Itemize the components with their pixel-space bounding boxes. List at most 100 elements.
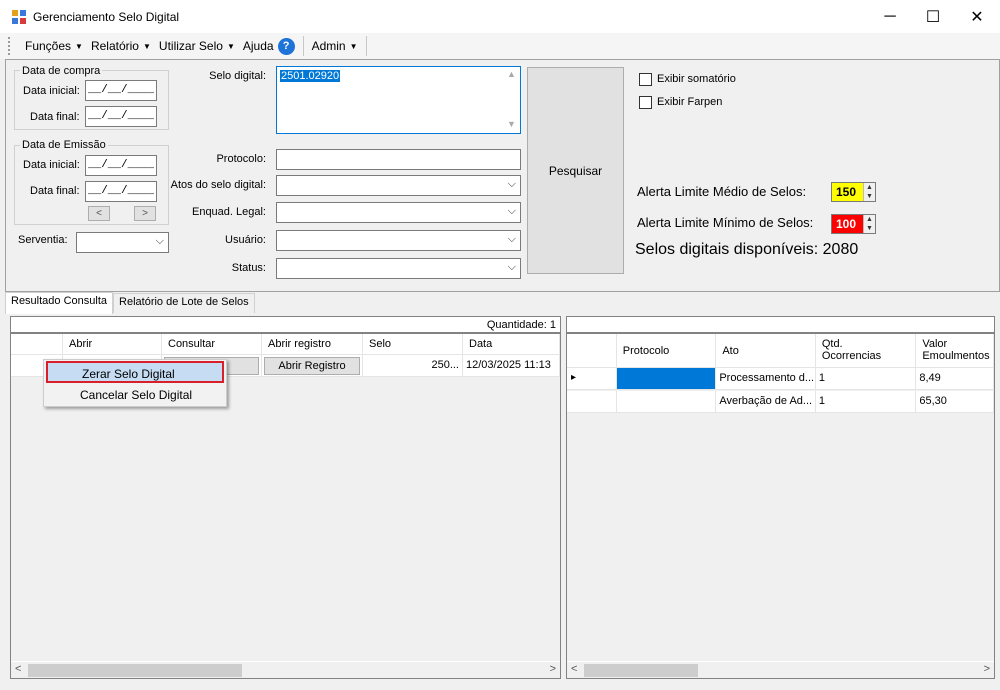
vertical-scrollbar[interactable]: ▲ ▼ <box>503 67 520 133</box>
abrir-registro-cell[interactable]: Abrir Registro <box>262 355 363 376</box>
tab-relatorio-lote[interactable]: Relatório de Lote de Selos <box>113 293 255 313</box>
grid-header: Abrir Consultar Abrir registro Selo Data <box>11 334 560 355</box>
window-title: Gerenciamento Selo Digital <box>33 10 180 24</box>
menu-ajuda[interactable]: Ajuda? <box>239 35 299 57</box>
chevron-down-icon: ⌵ <box>507 233 516 245</box>
scroll-left-icon: < <box>571 663 578 675</box>
exibir-somatorio-checkbox[interactable] <box>639 73 652 86</box>
next-button[interactable]: > <box>134 206 156 221</box>
abrir-registro-button[interactable]: Abrir Registro <box>264 357 360 375</box>
protocolo-input[interactable] <box>276 149 521 170</box>
valor-cell: 8,49 <box>916 368 994 389</box>
qtd-cell: 1 <box>816 391 917 412</box>
menu-funcoes[interactable]: Funções ▼ <box>21 35 87 57</box>
data-final-label: Data final: <box>30 185 80 197</box>
alerta-minimo-label: Alerta Limite Mínimo de Selos: <box>637 215 814 230</box>
filter-panel: Data de compra Data inicial: __/__/____ … <box>5 59 1000 292</box>
data-final-label: Data final: <box>30 111 80 123</box>
dropdown-arrow-icon: ▼ <box>142 41 151 51</box>
data-compra-inicial-input[interactable]: __/__/____ <box>85 80 157 101</box>
dropdown-arrow-icon: ▼ <box>75 41 83 51</box>
selo-digital-label: Selo digital: <box>209 70 266 82</box>
spinner-arrows-icon[interactable]: ▲ ▼ <box>863 183 875 201</box>
scrollbar-thumb[interactable] <box>28 664 242 677</box>
app-icon <box>12 10 26 24</box>
tab-resultado-consulta[interactable]: Resultado Consulta <box>5 292 114 314</box>
col-selo[interactable]: Selo <box>363 334 463 354</box>
menu-separator <box>365 36 367 56</box>
chevron-right-icon: > <box>142 208 148 219</box>
menu-utilizar-selo[interactable]: Utilizar Selo ▼ <box>155 35 239 57</box>
exibir-farpen-checkbox[interactable] <box>639 96 652 109</box>
horizontal-scrollbar[interactable]: < > <box>11 661 560 678</box>
protocolo-cell[interactable] <box>617 391 717 412</box>
row-header-col <box>567 334 617 367</box>
scroll-left-icon: < <box>15 663 22 675</box>
alerta-medio-input[interactable]: 150 ▲ ▼ <box>831 182 876 202</box>
row-indicator <box>567 391 617 412</box>
close-button[interactable]: ✕ <box>954 0 1000 33</box>
title-bar: Gerenciamento Selo Digital ─ ☐ ✕ <box>0 0 1000 33</box>
menu-separator <box>302 36 304 56</box>
scrollbar-thumb[interactable] <box>584 664 698 677</box>
tab-strip: Resultado Consulta Relatório de Lote de … <box>5 292 255 314</box>
grid-header: Protocolo Ato Qtd. Ocorrencias Valor Emo… <box>567 334 994 368</box>
selo-digital-textarea[interactable]: 2501.02920 ▲ ▼ <box>276 66 521 134</box>
data-inicial-label: Data inicial: <box>23 159 80 171</box>
enquad-select[interactable]: ⌵ <box>276 202 521 223</box>
scroll-right-icon: > <box>983 663 990 675</box>
protocolo-cell[interactable] <box>616 368 717 389</box>
col-data[interactable]: Data <box>463 334 560 354</box>
enquad-label: Enquad. Legal: <box>191 206 266 218</box>
serventia-label: Serventia: <box>18 234 68 246</box>
menu-item-zerar-selo[interactable]: Zerar Selo Digital <box>46 361 224 383</box>
table-row[interactable]: ▸ Processamento d... 1 8,49 <box>567 368 994 390</box>
col-consultar[interactable]: Consultar <box>162 334 262 354</box>
minimize-button[interactable]: ─ <box>867 0 913 33</box>
maximize-button[interactable]: ☐ <box>910 0 956 33</box>
ato-cell: Averbação de Ad... <box>716 391 816 412</box>
horizontal-scrollbar[interactable]: < > <box>567 661 994 678</box>
spinner-arrows-icon[interactable]: ▲ ▼ <box>863 215 875 233</box>
selo-digital-value: 2501.02920 <box>280 70 341 82</box>
table-row[interactable]: Averbação de Ad... 1 65,30 <box>567 391 994 413</box>
data-emissao-final-input[interactable]: __/__/____ <box>85 181 157 202</box>
quantidade-bar: Quantidade: 1 <box>10 316 561 333</box>
alerta-minimo-input[interactable]: 100 ▲ ▼ <box>831 214 876 234</box>
usuario-select[interactable]: ⌵ <box>276 230 521 251</box>
pesquisar-button[interactable]: Pesquisar <box>527 67 624 274</box>
menu-item-cancelar-selo[interactable]: Cancelar Selo Digital <box>46 384 224 406</box>
col-abrir-registro[interactable]: Abrir registro <box>262 334 363 354</box>
scroll-up-icon: ▲ <box>507 69 516 79</box>
ato-cell: Processamento d... <box>716 368 816 389</box>
toolbar-grip <box>8 37 11 55</box>
dropdown-arrow-icon: ▼ <box>226 41 235 51</box>
col-qtd-ocorrencias[interactable]: Qtd. Ocorrencias <box>816 334 917 367</box>
col-valor-emolumentos[interactable]: Valor Emoulmentos <box>916 334 994 367</box>
right-grid-topbar <box>566 316 995 333</box>
data-cell: 12/03/2025 11:13 <box>463 355 560 376</box>
atos-label: Atos do selo digital: <box>170 179 266 191</box>
usuario-label: Usuário: <box>225 234 266 246</box>
atos-select[interactable]: ⌵ <box>276 175 521 196</box>
status-select[interactable]: ⌵ <box>276 258 521 279</box>
chevron-down-icon: ⌵ <box>155 235 164 247</box>
data-inicial-label: Data inicial: <box>23 85 80 97</box>
col-abrir[interactable]: Abrir <box>63 334 162 354</box>
status-label: Status: <box>231 262 266 274</box>
menu-bar: Funções ▼ Relatório ▼ Utilizar Selo ▼ Ajuda… <box>0 33 1000 59</box>
menu-relatorio[interactable]: Relatório ▼ <box>87 35 155 57</box>
serventia-select[interactable]: ⌵ <box>76 232 169 253</box>
exibir-somatorio-label: Exibir somatório <box>657 73 736 85</box>
help-icon: ? <box>277 37 295 55</box>
menu-admin[interactable]: Admin ▼ <box>308 35 362 57</box>
prev-button[interactable]: < <box>88 206 110 221</box>
selo-cell: 250... <box>363 355 463 376</box>
data-compra-final-input[interactable]: __/__/____ <box>85 106 157 127</box>
row-header-col <box>11 334 63 354</box>
data-emissao-inicial-input[interactable]: __/__/____ <box>85 155 157 176</box>
col-ato[interactable]: Ato <box>716 334 816 367</box>
protocolo-label: Protocolo: <box>216 153 266 165</box>
col-protocolo[interactable]: Protocolo <box>617 334 717 367</box>
minimize-icon: ─ <box>884 7 896 25</box>
